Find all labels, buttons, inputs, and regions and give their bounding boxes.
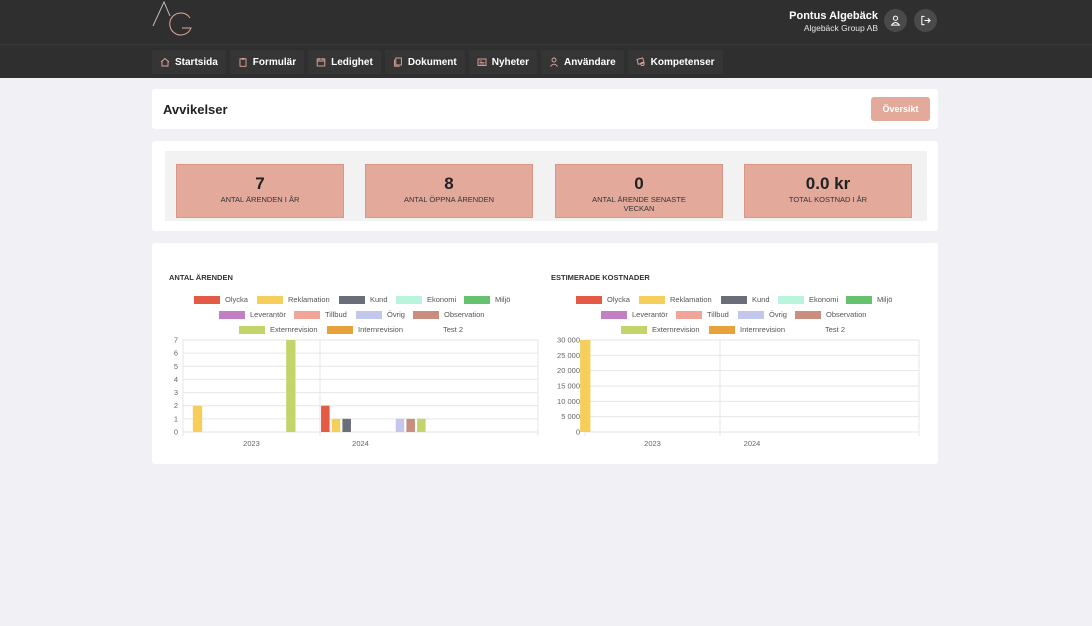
stat-cases-last-week: 0 ANTAL ÄRENDE SENASTE VECKAN bbox=[555, 164, 723, 218]
main-navigation: Startsida Formulär Ledighet Dokument Nyh… bbox=[0, 44, 1092, 78]
nav-label: Nyheter bbox=[491, 56, 529, 68]
home-icon bbox=[160, 57, 170, 67]
company-logo[interactable] bbox=[150, 0, 194, 42]
logout-icon bbox=[921, 15, 931, 26]
nav-label: Kompetenser bbox=[650, 56, 715, 68]
y-tick-label: 20 000 bbox=[557, 366, 580, 375]
page-header-card: Avvikelser Översikt bbox=[152, 89, 938, 129]
documents-icon bbox=[393, 57, 402, 67]
nav-item-kompetenser[interactable]: Kompetenser bbox=[627, 50, 723, 74]
stat-label: ANTAL ÖPPNA ÄRENDEN bbox=[403, 195, 495, 204]
stat-open-cases: 8 ANTAL ÖPPNA ÄRENDEN bbox=[365, 164, 533, 218]
calendar-icon bbox=[316, 58, 326, 67]
profile-button[interactable] bbox=[884, 9, 907, 32]
stat-value: 0 bbox=[634, 174, 644, 193]
nav-item-dokument[interactable]: Dokument bbox=[384, 50, 465, 74]
stats-card: 7 ANTAL ÄRENDEN I ÅR 8 ANTAL ÖPPNA ÄREND… bbox=[152, 141, 938, 231]
chart-costs: 0 5 000 10 000 15 000 20 000 25 000 30 000 2023… bbox=[557, 336, 920, 448]
nav-item-nyheter[interactable]: Nyheter bbox=[468, 50, 537, 74]
nav-label: Startsida bbox=[175, 56, 218, 68]
y-tick-label: 10 000 bbox=[557, 397, 580, 406]
nav-item-formular[interactable]: Formulär bbox=[229, 50, 305, 74]
newspaper-icon bbox=[477, 58, 487, 66]
nav-item-ledighet[interactable]: Ledighet bbox=[308, 50, 381, 74]
user-info: Pontus Algebäck Algebäck Group AB bbox=[789, 10, 878, 33]
top-bar: Pontus Algebäck Algebäck Group AB bbox=[0, 0, 1092, 44]
stat-label: TOTAL KOSTNAD I ÅR bbox=[788, 195, 868, 204]
user-name: Pontus Algebäck bbox=[789, 10, 878, 22]
charts-card: ANTAL ÄRENDEN Olycka Reklamation Kund Ekono… bbox=[152, 243, 938, 464]
clipboard-icon bbox=[239, 58, 247, 67]
stat-value: 8 bbox=[444, 174, 454, 193]
logout-button[interactable] bbox=[914, 9, 937, 32]
y-tick-label: 25 000 bbox=[557, 351, 580, 360]
certificate-icon bbox=[636, 57, 645, 67]
y-tick-label: 15 000 bbox=[557, 382, 580, 391]
y-tick-label: 30 000 bbox=[557, 336, 580, 345]
y-tick-label: 5 000 bbox=[561, 412, 580, 421]
user-icon bbox=[550, 57, 558, 67]
nav-label: Formulär bbox=[252, 56, 297, 68]
page-title: Avvikelser bbox=[163, 102, 228, 117]
nav-label: Dokument bbox=[407, 56, 457, 68]
y-tick-label: 0 bbox=[576, 428, 580, 437]
x-tick-label: 2024 bbox=[744, 439, 761, 448]
stat-total-cost: 0.0 kr TOTAL KOSTNAD I ÅR bbox=[744, 164, 912, 218]
stat-value: 0.0 kr bbox=[805, 174, 851, 193]
nav-label: Ledighet bbox=[331, 56, 373, 68]
stats-panel: 7 ANTAL ÄRENDEN I ÅR 8 ANTAL ÖPPNA ÄREND… bbox=[165, 151, 927, 221]
nav-item-startsida[interactable]: Startsida bbox=[152, 50, 226, 74]
nav-item-anvandare[interactable]: Användare bbox=[540, 50, 624, 74]
user-company: Algebäck Group AB bbox=[803, 23, 878, 33]
stat-cases-this-year: 7 ANTAL ÄRENDEN I ÅR bbox=[176, 164, 344, 218]
stat-value: 7 bbox=[255, 174, 265, 193]
stat-label: ANTAL ÄRENDEN I ÅR bbox=[220, 195, 300, 204]
user-icon bbox=[890, 15, 901, 26]
nav-label: Användare bbox=[563, 56, 616, 68]
overview-button[interactable]: Översikt bbox=[871, 97, 930, 121]
x-tick-label: 2023 bbox=[644, 439, 661, 448]
bar-reklamation-2023[interactable] bbox=[580, 340, 591, 432]
stat-label: ANTAL ÄRENDE SENASTE VECKAN bbox=[592, 195, 686, 213]
